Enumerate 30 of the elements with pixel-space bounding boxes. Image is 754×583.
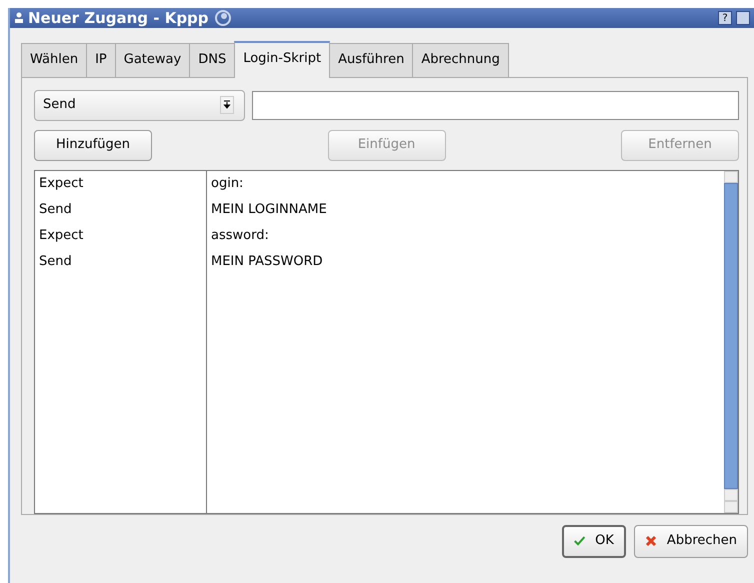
command-dropdown[interactable]: Send (34, 90, 245, 120)
app-icon (14, 12, 24, 24)
maximize-button[interactable] (736, 11, 750, 25)
ok-button[interactable]: OK (562, 524, 626, 558)
table-cell-text: Send (38, 200, 73, 218)
dropdown-arrow-icon (223, 100, 231, 110)
tab[interactable]: Ausführen (329, 43, 414, 78)
tab[interactable]: IP (86, 43, 116, 78)
close-icon (644, 535, 657, 547)
table-cell-text: ogin: (210, 174, 244, 192)
scrollbar[interactable] (724, 170, 738, 512)
argument-field[interactable] (252, 90, 739, 120)
dropdown-value: Send (43, 96, 76, 114)
checkmark-icon (574, 535, 586, 547)
swirl-icon (212, 10, 233, 26)
table-cell-text: assword: (210, 226, 270, 244)
table-cell-text: MEIN LOGINNAME (210, 200, 328, 218)
add-button[interactable]: Hinzufügen (34, 130, 152, 160)
table-cell-text: Expect (38, 174, 84, 192)
table-cell-text: Expect (38, 226, 84, 244)
tab[interactable]: Abrechnung (412, 43, 509, 78)
cancel-button[interactable]: Abbrechen (634, 524, 748, 558)
tab[interactable]: Wählen (21, 43, 88, 78)
tab[interactable]: Gateway (114, 43, 190, 78)
table-cell-text: MEIN PASSWORD (210, 252, 324, 270)
tab[interactable]: Login-Skript (234, 41, 330, 78)
tab[interactable]: DNS (189, 43, 236, 78)
window-title: Neuer Zugang - Kppp (28, 8, 209, 29)
help-button[interactable]: ? (718, 11, 732, 25)
table-cell-text: Send (38, 252, 73, 270)
